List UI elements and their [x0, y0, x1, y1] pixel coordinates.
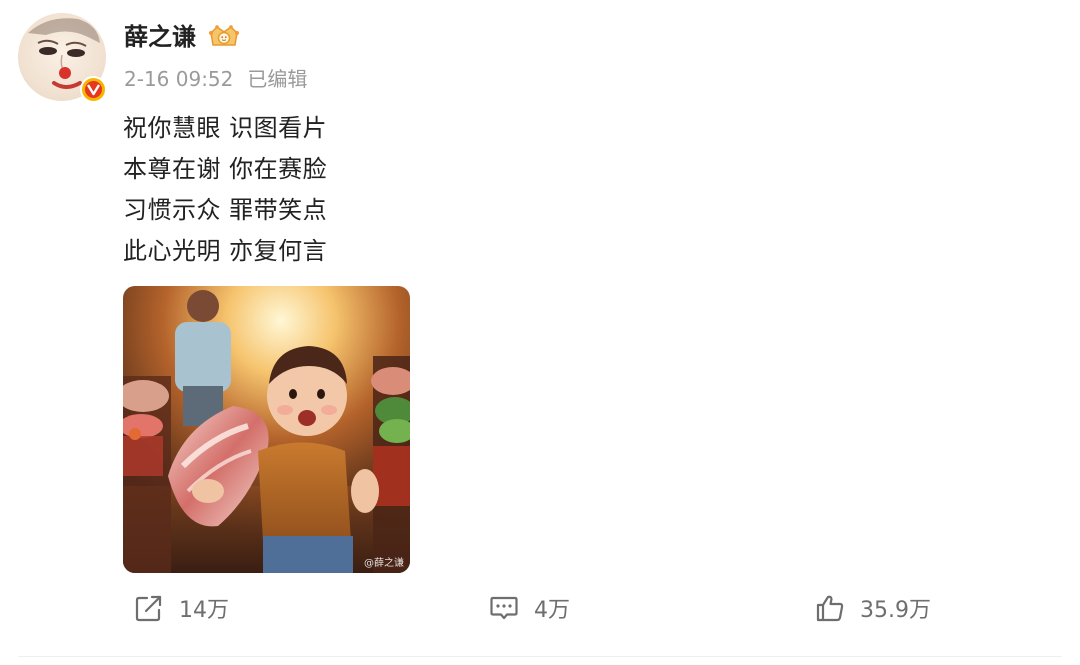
weibo-post: 薛之谦 2-16 09:52 已编辑 祝你慧眼 识图看片 本尊在谢 你在赛脸 习惯…	[0, 0, 1080, 665]
comment-button[interactable]: 4万	[488, 590, 570, 626]
crown-medal-icon[interactable]	[207, 23, 241, 51]
post-meta: 2-16 09:52 已编辑	[124, 64, 307, 94]
comment-icon	[488, 592, 520, 624]
post-text-line: 本尊在谢 你在赛脸	[123, 155, 328, 183]
like-button[interactable]: 35.9万	[814, 590, 931, 626]
post-actions: 14万 4万 35.9万	[0, 590, 1080, 626]
image-watermark: @薛之谦	[364, 558, 404, 569]
post-time: 2-16 09:52	[124, 67, 234, 91]
post-text-line: 习惯示众 罪带笑点	[123, 196, 328, 224]
post-text: 祝你慧眼 识图看片 本尊在谢 你在赛脸 习惯示众 罪带笑点 此心光明 亦复何言	[123, 108, 327, 272]
share-icon	[133, 592, 165, 624]
comment-count: 4万	[534, 598, 570, 623]
post-text-line: 此心光明 亦复何言	[123, 237, 328, 265]
edited-label[interactable]: 已编辑	[247, 67, 307, 91]
thumbs-up-icon	[814, 592, 846, 624]
author-name[interactable]: 薛之谦	[124, 20, 196, 54]
repost-button[interactable]: 14万	[133, 590, 229, 626]
like-count: 35.9万	[860, 598, 931, 623]
post-text-line: 祝你慧眼 识图看片	[123, 114, 328, 142]
post-image[interactable]: @薛之谦	[123, 286, 410, 573]
verified-v-icon	[80, 76, 107, 103]
repost-count: 14万	[179, 598, 229, 623]
post-divider	[18, 656, 1062, 657]
